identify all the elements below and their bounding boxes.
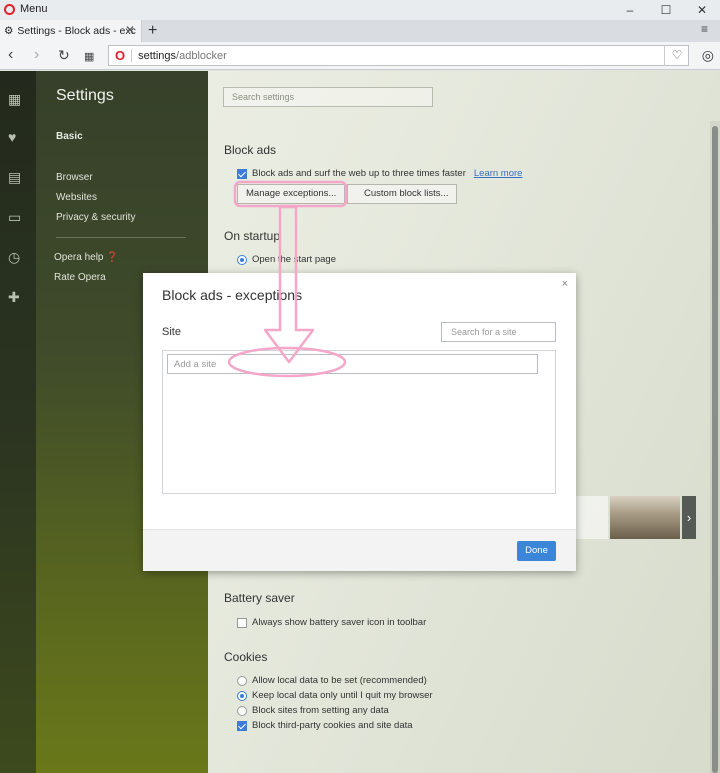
tab-menu-icon[interactable]: ≡ <box>701 22 708 36</box>
cookie-allow-radio[interactable] <box>237 675 247 686</box>
dialog-footer: Done <box>143 529 576 571</box>
close-tab-icon[interactable]: ✕ <box>125 23 135 37</box>
cookies-heading: Cookies <box>224 650 268 664</box>
dialog-title: Block ads - exceptions <box>162 287 303 303</box>
forward-icon[interactable]: › <box>34 46 39 64</box>
url-field[interactable]: O settings/adblocker <box>108 45 689 66</box>
third-party-cookies-checkbox[interactable] <box>237 720 247 731</box>
window-controls: – ☐ ✕ <box>612 0 720 20</box>
wallpaper-thumbnail-selected[interactable] <box>610 496 680 539</box>
block-ads-checkbox-row[interactable]: Block ads and surf the web up to three t… <box>237 168 522 179</box>
startup-option-row[interactable]: Open the start page <box>237 254 336 265</box>
cookie-option-row[interactable]: Allow local data to be set (recommended) <box>237 675 427 686</box>
sidebar-item-basic[interactable]: Basic <box>56 131 83 142</box>
new-tab-button[interactable]: + <box>148 20 157 42</box>
url-path: /adblocker <box>176 49 227 62</box>
cookie-block-radio[interactable] <box>237 705 247 716</box>
sidebar-item-help[interactable]: Opera help ❓ <box>54 252 119 263</box>
maximize-button[interactable]: ☐ <box>648 0 684 20</box>
site-column-label: Site <box>162 326 181 338</box>
heart-icon[interactable]: ♥ <box>8 129 16 145</box>
tab-settings[interactable]: ⚙ Settings - Block ads - exc ✕ <box>0 20 142 42</box>
title-bar: Menu – ☐ ✕ <box>0 0 720 20</box>
cookie-option-label: Keep local data only until I quit my bro… <box>252 690 433 701</box>
close-window-button[interactable]: ✕ <box>684 0 720 20</box>
exceptions-dialog: Block ads - exceptions × Site Search for… <box>143 273 576 571</box>
devices-icon[interactable]: ▭ <box>8 209 21 226</box>
page-title: Settings <box>56 87 114 104</box>
account-icon[interactable]: ◎ <box>702 47 714 64</box>
address-bar: ‹ › ↻ ▦ O settings/adblocker ♡ ◎ <box>0 42 720 70</box>
cookie-keep-radio[interactable] <box>237 690 247 701</box>
done-button[interactable]: Done <box>517 541 556 561</box>
block-ads-label: Block ads and surf the web up to three t… <box>252 168 466 179</box>
battery-saver-checkbox[interactable] <box>237 617 247 628</box>
scrollbar-thumb[interactable] <box>712 126 718 773</box>
startup-start-page-radio[interactable] <box>237 254 247 265</box>
cookie-option-row[interactable]: Keep local data only until I quit my bro… <box>237 690 433 701</box>
opera-badge-icon: O <box>115 48 126 63</box>
block-ads-checkbox[interactable] <box>237 168 247 179</box>
help-icon: ❓ <box>106 252 119 263</box>
history-icon[interactable]: ◷ <box>8 249 20 266</box>
bookmark-heart-icon[interactable]: ♡ <box>664 45 689 66</box>
news-icon[interactable]: ▤ <box>8 169 21 186</box>
speed-dial-icon[interactable]: ▦ <box>8 91 21 108</box>
url-host: settings <box>138 49 177 62</box>
cookie-option-row[interactable]: Block sites from setting any data <box>237 705 389 716</box>
speed-dial-grid-icon[interactable]: ▦ <box>84 48 94 66</box>
block-ads-heading: Block ads <box>224 143 277 157</box>
search-site-input[interactable]: Search for a site <box>441 322 556 342</box>
cookie-option-label: Block sites from setting any data <box>252 705 389 716</box>
battery-checkbox-row[interactable]: Always show battery saver icon in toolba… <box>237 617 426 628</box>
cookie-option-label: Allow local data to be set (recommended) <box>252 675 427 686</box>
sidebar-item-websites[interactable]: Websites <box>56 192 97 203</box>
custom-block-lists-label: Custom block lists... <box>364 188 449 199</box>
exceptions-list: Add a site <box>162 350 556 494</box>
back-icon[interactable]: ‹ <box>8 46 13 64</box>
gear-icon: ⚙ <box>4 25 14 37</box>
opera-menu-button[interactable]: Menu <box>4 3 48 15</box>
battery-saver-label: Always show battery saver icon in toolba… <box>252 617 427 628</box>
sidebar-icon-bar: ▦ ♥ ▤ ▭ ◷ ✚ <box>0 71 36 773</box>
dialog-close-icon[interactable]: × <box>562 278 568 290</box>
opera-logo-icon <box>4 3 15 15</box>
tab-strip: ⚙ Settings - Block ads - exc ✕ + ≡ <box>0 20 720 42</box>
help-label: Opera help <box>54 252 104 263</box>
sidebar-item-rate[interactable]: Rate Opera <box>54 272 106 283</box>
learn-more-link[interactable]: Learn more <box>474 168 523 179</box>
battery-saver-heading: Battery saver <box>224 591 295 605</box>
manage-exceptions-button[interactable]: Manage exceptions... <box>237 184 346 204</box>
add-site-input[interactable]: Add a site <box>167 354 538 374</box>
sidebar-item-privacy[interactable]: Privacy & security <box>56 212 135 223</box>
url-separator <box>131 49 133 62</box>
cookie-option-row[interactable]: Block third-party cookies and site data <box>237 720 413 731</box>
cookie-option-label: Block third-party cookies and site data <box>252 720 413 731</box>
sidebar-item-browser[interactable]: Browser <box>56 172 93 183</box>
on-startup-heading: On startup <box>224 229 281 243</box>
wallpaper-next-icon[interactable]: › <box>682 496 696 539</box>
extensions-icon[interactable]: ✚ <box>8 289 20 306</box>
tab-title: Settings - Block ads - exc <box>17 25 136 37</box>
reload-icon[interactable]: ↻ <box>58 46 70 64</box>
minimize-button[interactable]: – <box>612 0 648 20</box>
menu-label: Menu <box>20 3 48 15</box>
startup-option-label: Open the start page <box>252 254 336 265</box>
custom-block-lists-button[interactable]: Custom block lists... <box>347 184 458 204</box>
sidebar-divider <box>56 237 186 238</box>
search-settings-input[interactable]: Search settings <box>223 87 433 107</box>
